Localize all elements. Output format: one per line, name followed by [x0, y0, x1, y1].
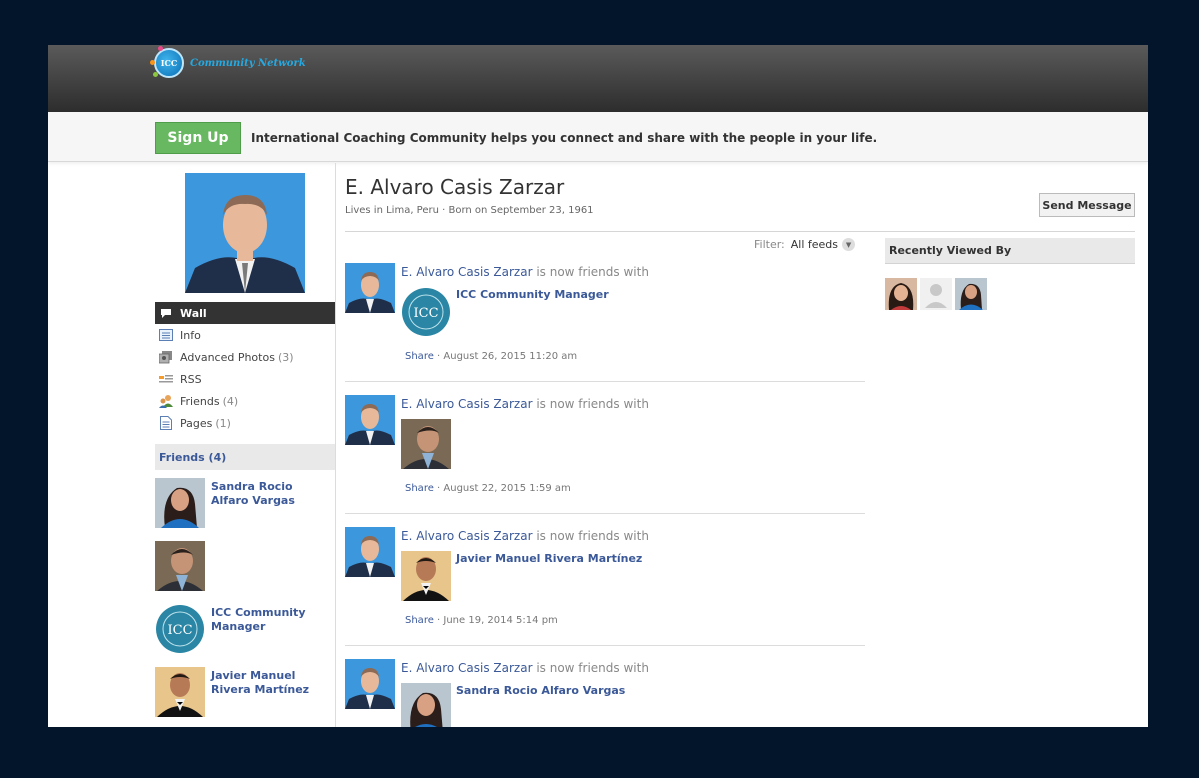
wall-icon [159, 306, 173, 320]
post-date: · August 22, 2015 1:59 am [433, 483, 571, 494]
post-friend-name[interactable]: Javier Manuel Rivera Martínez [456, 552, 642, 565]
post-date: · August 26, 2015 11:20 am [433, 351, 578, 362]
post-divider [345, 513, 865, 514]
header-divider [345, 231, 1135, 232]
feed-post: E. Alvaro Casis Zarzar is now friends wi… [345, 263, 865, 383]
menu-item-info[interactable]: Info [155, 324, 335, 346]
post-author[interactable]: E. Alvaro Casis Zarzar [401, 397, 533, 411]
friend-avatar[interactable] [155, 478, 205, 528]
page-frame: ICC Community Network Sign Up Internatio… [48, 45, 1148, 727]
filter-value[interactable]: All feeds [791, 238, 838, 251]
author-avatar[interactable] [345, 263, 395, 313]
viewer-avatar[interactable] [885, 278, 917, 310]
friends-heading[interactable]: Friends (4) [155, 444, 335, 470]
site-logo[interactable]: ICC Community Network [150, 46, 306, 79]
recently-viewed-heading: Recently Viewed By [885, 238, 1135, 264]
share-link[interactable]: Share [405, 351, 434, 362]
friend-avatar[interactable] [401, 419, 451, 469]
logo-icon: ICC [150, 46, 184, 78]
friend-avatar[interactable]: ICC [401, 287, 451, 337]
friend-item[interactable] [155, 541, 335, 591]
info-icon [159, 328, 173, 342]
post-divider [345, 645, 865, 646]
friend-item[interactable]: Sandra Rocio Alfaro Vargas [155, 478, 335, 528]
friend-avatar[interactable]: ICC [155, 604, 205, 654]
menu-item-advanced-photos[interactable]: Advanced Photos (3) [155, 346, 335, 368]
profile-name: E. Alvaro Casis Zarzar [345, 175, 565, 199]
friend-name[interactable]: ICC Community Manager [211, 606, 331, 634]
left-sidebar: Wall Info Advanced Photos (3) RSS Friend… [155, 163, 335, 727]
photos-icon [159, 350, 173, 364]
friend-avatar[interactable] [401, 683, 451, 727]
menu-item-pages[interactable]: Pages (1) [155, 412, 335, 434]
feed-post: E. Alvaro Casis Zarzar is now friends wi… [345, 395, 865, 515]
friends-icon [159, 394, 173, 408]
post-headline: E. Alvaro Casis Zarzar is now friends wi… [401, 397, 649, 411]
feed-post: E. Alvaro Casis Zarzar is now friends wi… [345, 659, 865, 727]
post-friend-name[interactable]: Sandra Rocio Alfaro Vargas [456, 684, 625, 697]
friend-name[interactable]: Sandra Rocio Alfaro Vargas [211, 480, 331, 508]
column-divider [335, 163, 336, 727]
post-meta: Share · August 26, 2015 11:20 am [405, 351, 577, 362]
menu-item-friends[interactable]: Friends (4) [155, 390, 335, 412]
friend-item[interactable]: ICC ICC Community Manager [155, 604, 335, 654]
post-friend-name[interactable]: ICC Community Manager [456, 288, 609, 301]
post-author[interactable]: E. Alvaro Casis Zarzar [401, 661, 533, 675]
profile-picture[interactable] [185, 173, 305, 293]
signup-button[interactable]: Sign Up [155, 122, 241, 154]
feed-filter[interactable]: Filter: All feeds ▼ [754, 238, 856, 251]
menu-item-wall[interactable]: Wall [155, 302, 335, 324]
post-meta: Share · June 19, 2014 5:14 pm [405, 615, 558, 626]
author-avatar[interactable] [345, 395, 395, 445]
svg-text:ICC: ICC [167, 623, 192, 638]
friend-avatar[interactable] [401, 551, 451, 601]
signup-bar: Sign Up International Coaching Community… [48, 112, 1148, 162]
post-date: · June 19, 2014 5:14 pm [433, 615, 558, 626]
post-author[interactable]: E. Alvaro Casis Zarzar [401, 529, 533, 543]
top-bar: ICC Community Network [48, 45, 1148, 112]
filter-label: Filter: [754, 238, 785, 251]
profile-subinfo: Lives in Lima, Peru · Born on September … [345, 205, 594, 216]
send-message-button[interactable]: Send Message [1039, 193, 1135, 217]
viewer-avatar[interactable] [955, 278, 987, 310]
svg-text:ICC: ICC [413, 306, 438, 321]
tagline: International Coaching Community helps y… [251, 131, 878, 145]
friend-name[interactable]: Javier Manuel Rivera Martínez [211, 669, 331, 697]
share-link[interactable]: Share [405, 483, 434, 494]
post-headline: E. Alvaro Casis Zarzar is now friends wi… [401, 529, 649, 543]
pages-icon [159, 416, 173, 430]
menu-item-rss[interactable]: RSS [155, 368, 335, 390]
chevron-down-icon[interactable]: ▼ [842, 238, 856, 251]
post-author[interactable]: E. Alvaro Casis Zarzar [401, 265, 533, 279]
brand-name: Community Network [190, 57, 306, 69]
post-headline: E. Alvaro Casis Zarzar is now friends wi… [401, 661, 649, 675]
feed-post: E. Alvaro Casis Zarzar is now friends wi… [345, 527, 865, 647]
viewer-avatar[interactable] [920, 278, 952, 310]
post-headline: E. Alvaro Casis Zarzar is now friends wi… [401, 265, 649, 279]
author-avatar[interactable] [345, 659, 395, 709]
friend-avatar[interactable] [155, 541, 205, 591]
post-meta: Share · August 22, 2015 1:59 am [405, 483, 571, 494]
rss-icon [159, 372, 173, 386]
profile-menu: Wall Info Advanced Photos (3) RSS Friend… [155, 302, 335, 434]
share-link[interactable]: Share [405, 615, 434, 626]
friend-avatar[interactable] [155, 667, 205, 717]
post-divider [345, 381, 865, 382]
friend-item[interactable]: Javier Manuel Rivera Martínez [155, 667, 335, 717]
author-avatar[interactable] [345, 527, 395, 577]
